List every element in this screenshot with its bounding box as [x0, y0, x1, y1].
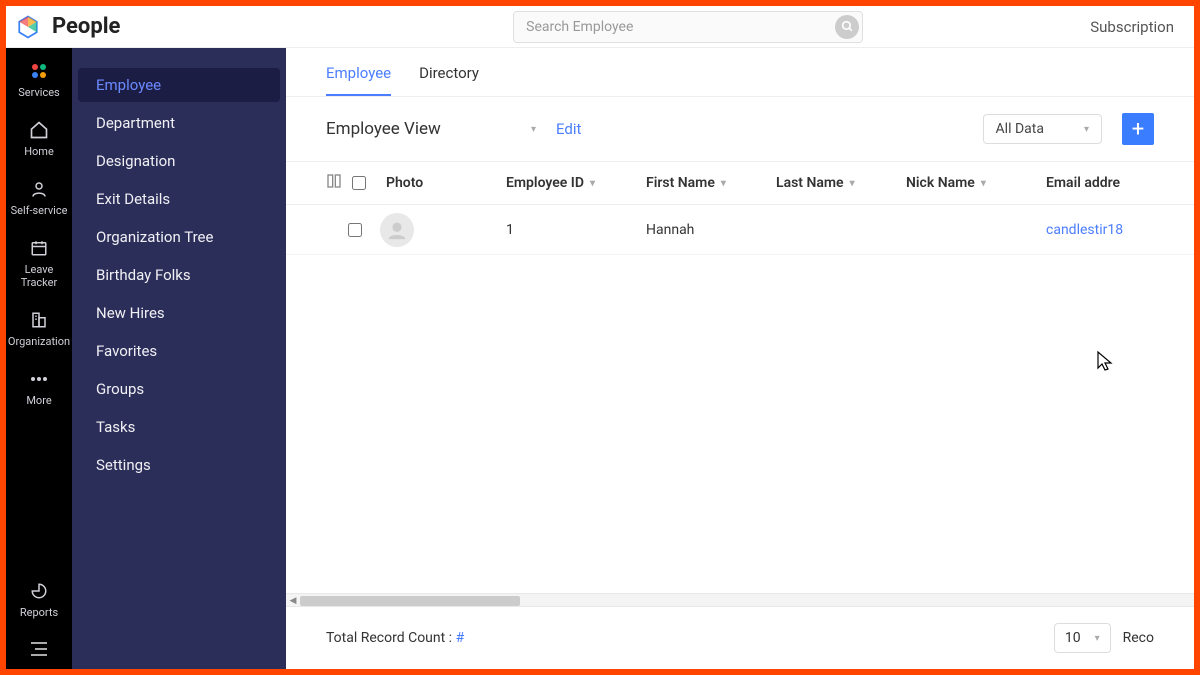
data-filter-select[interactable]: All Data ▾: [983, 114, 1102, 144]
rail-label: Self-service: [11, 204, 68, 217]
chevron-down-icon: ▾: [1095, 633, 1100, 644]
rail-label: Leave Tracker: [6, 263, 72, 289]
view-selector[interactable]: Employee View ▾: [326, 119, 536, 139]
sidebar-item-label: Groups: [96, 380, 144, 398]
tab-label: Directory: [419, 64, 479, 82]
sidebar-item-birthday[interactable]: Birthday Folks: [78, 258, 280, 292]
toolbar: Employee View ▾ Edit All Data ▾ +: [286, 97, 1194, 161]
page-size-select[interactable]: 10 ▾: [1054, 623, 1111, 653]
icon-rail: Services Home Self-service Leave Tracker…: [6, 48, 72, 669]
top-bar: People Subscription: [6, 6, 1194, 48]
sidebar-item-label: Employee: [96, 76, 161, 94]
record-count-label: Total Record Count :: [326, 630, 452, 646]
rail-item-services[interactable]: Services: [6, 60, 72, 99]
rail-label: Organization: [8, 335, 70, 348]
sort-icon: ▾: [590, 178, 595, 189]
sidebar-item-favorites[interactable]: Favorites: [78, 334, 280, 368]
cell-employee-id: 1: [506, 222, 646, 238]
chevron-down-icon: ▾: [1084, 124, 1089, 135]
rail-item-reports[interactable]: Reports: [6, 580, 72, 619]
record-count-value[interactable]: #: [456, 630, 465, 646]
home-icon: [29, 119, 49, 141]
sidebar-item-department[interactable]: Department: [78, 106, 280, 140]
add-button[interactable]: +: [1122, 113, 1154, 145]
scroll-left-icon[interactable]: ◀: [286, 594, 300, 608]
content-area: Employee Directory Employee View ▾ Edit …: [286, 48, 1194, 669]
avatar-placeholder: [380, 213, 414, 247]
rail-item-home[interactable]: Home: [6, 119, 72, 158]
sidebar-item-label: Favorites: [96, 342, 157, 360]
rail-label: Reports: [20, 606, 58, 619]
tab-directory[interactable]: Directory: [419, 64, 479, 96]
search-input[interactable]: [513, 11, 863, 43]
app-logo-icon: [14, 13, 42, 41]
scrollbar-thumb[interactable]: [300, 596, 520, 606]
chart-icon: [30, 580, 48, 602]
page-size-value: 10: [1065, 630, 1081, 646]
rail-label: Home: [24, 145, 54, 158]
rail-label: More: [26, 394, 51, 407]
sidebar-item-label: Exit Details: [96, 190, 170, 208]
cell-first-name: Hannah: [646, 222, 776, 238]
column-header-nick-name[interactable]: Nick Name▾: [906, 175, 1046, 191]
row-checkbox[interactable]: [348, 223, 362, 237]
sidebar-item-exit[interactable]: Exit Details: [78, 182, 280, 216]
chevron-down-icon: ▾: [531, 124, 536, 135]
rail-item-selfservice[interactable]: Self-service: [6, 178, 72, 217]
sidebar: Employee Department Designation Exit Det…: [72, 48, 286, 669]
app-title: People: [52, 14, 120, 39]
rail-item-leave[interactable]: Leave Tracker: [6, 237, 72, 289]
more-icon: [30, 368, 48, 390]
filter-label: All Data: [996, 121, 1044, 137]
sort-icon: ▾: [981, 178, 986, 189]
column-header-last-name[interactable]: Last Name▾: [776, 175, 906, 191]
tab-label: Employee: [326, 64, 391, 82]
sidebar-item-designation[interactable]: Designation: [78, 144, 280, 178]
horizontal-scrollbar[interactable]: ◀: [286, 593, 1194, 607]
table-row[interactable]: 1 Hannah candlestir18: [286, 205, 1194, 255]
sidebar-item-groups[interactable]: Groups: [78, 372, 280, 406]
collapse-rail-button[interactable]: [6, 641, 72, 657]
select-all-checkbox[interactable]: [352, 176, 366, 190]
rail-label: Services: [18, 86, 59, 99]
sort-icon: ▾: [850, 178, 855, 189]
column-header-first-name[interactable]: First Name▾: [646, 175, 776, 191]
sidebar-item-label: Department: [96, 114, 175, 132]
sidebar-item-newhires[interactable]: New Hires: [78, 296, 280, 330]
rail-item-organization[interactable]: Organization: [6, 309, 72, 348]
person-icon: [30, 178, 48, 200]
sidebar-item-label: Designation: [96, 152, 175, 170]
footer: Total Record Count : # 10 ▾ Reco: [286, 607, 1194, 669]
calendar-icon: [30, 237, 48, 259]
rail-item-more[interactable]: More: [6, 368, 72, 407]
sidebar-item-label: Settings: [96, 456, 151, 474]
table: Photo Employee ID▾ First Name▾ Last Name…: [286, 161, 1194, 593]
sidebar-item-orgtree[interactable]: Organization Tree: [78, 220, 280, 254]
column-header-photo[interactable]: Photo: [376, 175, 506, 191]
column-header-employee-id[interactable]: Employee ID▾: [506, 175, 646, 191]
records-label: Reco: [1123, 630, 1154, 646]
table-header: Photo Employee ID▾ First Name▾ Last Name…: [286, 161, 1194, 205]
sidebar-item-label: Tasks: [96, 418, 135, 436]
sort-icon: ▾: [721, 178, 726, 189]
subscription-link[interactable]: Subscription: [1090, 18, 1194, 36]
sidebar-item-label: Birthday Folks: [96, 266, 191, 284]
sidebar-item-employee[interactable]: Employee: [78, 68, 280, 102]
sidebar-item-settings[interactable]: Settings: [78, 448, 280, 482]
sidebar-item-tasks[interactable]: Tasks: [78, 410, 280, 444]
view-label: Employee View: [326, 119, 441, 139]
cell-email[interactable]: candlestir18: [1046, 222, 1186, 238]
sidebar-item-label: New Hires: [96, 304, 165, 322]
edit-link[interactable]: Edit: [556, 120, 581, 138]
tab-employee[interactable]: Employee: [326, 64, 391, 96]
column-header-email[interactable]: Email addre: [1046, 175, 1186, 191]
column-settings-icon[interactable]: [326, 173, 342, 193]
sidebar-item-label: Organization Tree: [96, 228, 213, 246]
search-button[interactable]: [835, 15, 859, 39]
services-icon: [30, 60, 48, 82]
building-icon: [30, 309, 48, 331]
tabs: Employee Directory: [286, 48, 1194, 97]
